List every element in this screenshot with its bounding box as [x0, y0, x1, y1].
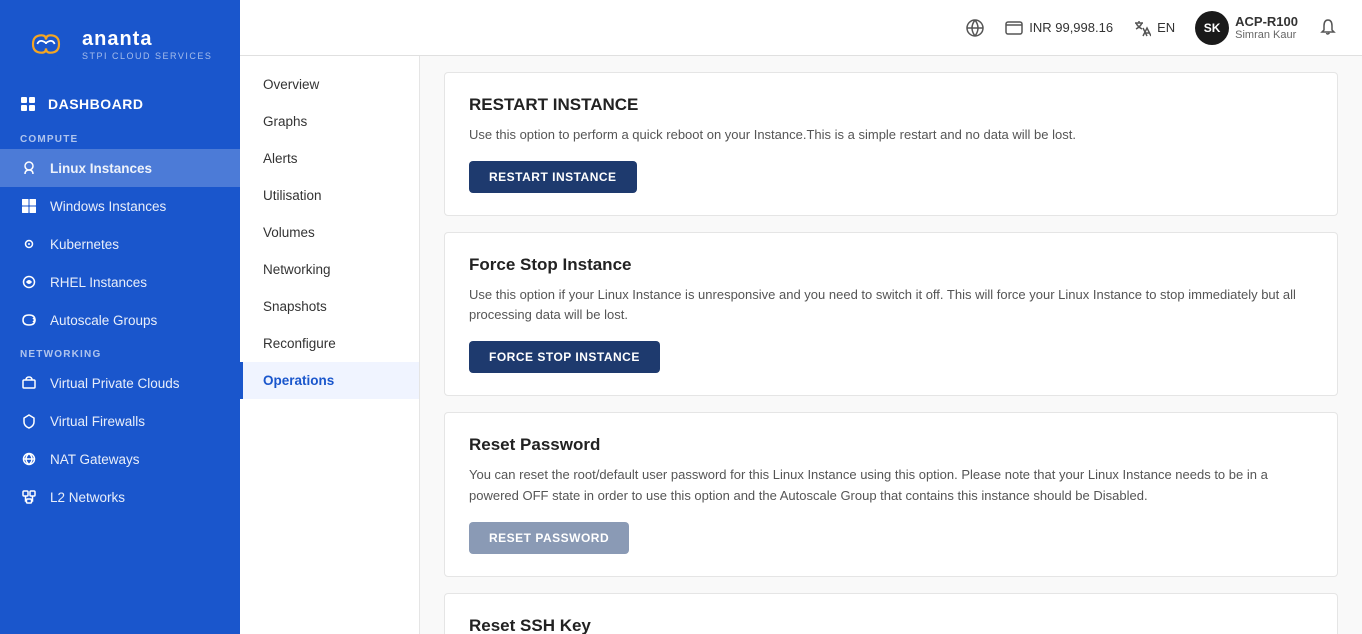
- topbar-language[interactable]: EN: [1133, 19, 1175, 37]
- force-stop-desc: Use this option if your Linux Instance i…: [469, 285, 1313, 325]
- brand-text: ananta STPI CLOUD SERVICES: [82, 28, 212, 61]
- topbar-bell[interactable]: [1318, 18, 1338, 38]
- dashboard-label: DASHBOARD: [48, 96, 144, 112]
- user-avatar: SK: [1195, 11, 1229, 45]
- compute-section-label: COMPUTE: [0, 124, 240, 149]
- globe-icon: [965, 18, 985, 38]
- brand-name: ananta: [82, 28, 212, 51]
- sidebar-item-l2-networks[interactable]: L2 Networks: [0, 478, 240, 516]
- brand-tagline: STPI CLOUD SERVICES: [82, 51, 212, 61]
- topbar-user[interactable]: SK ACP-R100 Simran Kaur: [1195, 11, 1298, 45]
- rhel-instances-label: RHEL Instances: [50, 275, 147, 290]
- windows-icon: [20, 197, 38, 215]
- reset-password-button[interactable]: RESET PASSWORD: [469, 522, 629, 554]
- content-area: Overview Graphs Alerts Utilisation Volum…: [240, 56, 1362, 634]
- subnav: Overview Graphs Alerts Utilisation Volum…: [240, 56, 420, 634]
- subnav-operations[interactable]: Operations: [240, 362, 419, 399]
- sidebar-item-windows-instances[interactable]: Windows Instances: [0, 187, 240, 225]
- force-stop-button[interactable]: FORCE STOP INSTANCE: [469, 341, 660, 373]
- networking-section-label: NETWORKING: [0, 339, 240, 364]
- sidebar-item-linux-instances[interactable]: Linux Instances: [0, 149, 240, 187]
- sidebar-item-virtual-firewalls[interactable]: Virtual Firewalls: [0, 402, 240, 440]
- sidebar-item-rhel-instances[interactable]: RHEL Instances: [0, 263, 240, 301]
- subnav-snapshots[interactable]: Snapshots: [240, 288, 419, 325]
- force-stop-card: Force Stop Instance Use this option if y…: [444, 232, 1338, 396]
- currency-amount: INR 99,998.16: [1029, 20, 1113, 35]
- restart-instance-card: RESTART INSTANCE Use this option to perf…: [444, 72, 1338, 216]
- restart-instance-button[interactable]: RESTART INSTANCE: [469, 161, 637, 193]
- kubernetes-icon: [20, 235, 38, 253]
- subnav-overview[interactable]: Overview: [240, 66, 419, 103]
- card-icon: [1005, 21, 1023, 35]
- nat-gateways-label: NAT Gateways: [50, 452, 140, 467]
- main-content: RESTART INSTANCE Use this option to perf…: [420, 56, 1362, 634]
- user-email: Simran Kaur: [1235, 29, 1298, 41]
- l2-icon: [20, 488, 38, 506]
- subnav-alerts[interactable]: Alerts: [240, 140, 419, 177]
- sidebar-item-nat-gateways[interactable]: NAT Gateways: [0, 440, 240, 478]
- ananta-logo: [20, 18, 72, 70]
- autoscale-groups-label: Autoscale Groups: [50, 313, 157, 328]
- autoscale-icon: [20, 311, 38, 329]
- restart-instance-desc: Use this option to perform a quick reboo…: [469, 125, 1313, 145]
- reset-ssh-key-card: Reset SSH Key You can associate or re-as…: [444, 593, 1338, 634]
- reset-password-title: Reset Password: [469, 435, 1313, 455]
- l2-networks-label: L2 Networks: [50, 490, 125, 505]
- subnav-networking[interactable]: Networking: [240, 251, 419, 288]
- user-info: ACP-R100 Simran Kaur: [1235, 14, 1298, 41]
- dashboard-icon: [20, 96, 36, 112]
- linux-icon: [20, 159, 38, 177]
- reset-password-card: Reset Password You can reset the root/de…: [444, 412, 1338, 576]
- vpc-label: Virtual Private Clouds: [50, 376, 180, 391]
- sidebar-item-kubernetes[interactable]: Kubernetes: [0, 225, 240, 263]
- rhel-icon: [20, 273, 38, 291]
- force-stop-title: Force Stop Instance: [469, 255, 1313, 275]
- sidebar-item-virtual-private-clouds[interactable]: Virtual Private Clouds: [0, 364, 240, 402]
- vpc-icon: [20, 374, 38, 392]
- topbar: INR 99,998.16 EN SK ACP-R100 Simran Kaur: [240, 0, 1362, 56]
- sidebar-item-autoscale-groups[interactable]: Autoscale Groups: [0, 301, 240, 339]
- sidebar: ananta STPI CLOUD SERVICES DASHBOARD COM…: [0, 0, 240, 634]
- kubernetes-label: Kubernetes: [50, 237, 119, 252]
- reset-password-desc: You can reset the root/default user pass…: [469, 465, 1313, 505]
- sidebar-item-dashboard[interactable]: DASHBOARD: [0, 84, 240, 124]
- subnav-utilisation[interactable]: Utilisation: [240, 177, 419, 214]
- linux-instances-label: Linux Instances: [50, 161, 152, 176]
- restart-instance-title: RESTART INSTANCE: [469, 95, 1313, 115]
- bell-icon: [1318, 18, 1338, 38]
- language-icon: [1133, 19, 1151, 37]
- topbar-currency[interactable]: INR 99,998.16: [1005, 20, 1113, 35]
- user-name: ACP-R100: [1235, 14, 1298, 29]
- subnav-reconfigure[interactable]: Reconfigure: [240, 325, 419, 362]
- nat-icon: [20, 450, 38, 468]
- firewall-icon: [20, 412, 38, 430]
- subnav-graphs[interactable]: Graphs: [240, 103, 419, 140]
- sidebar-logo: ananta STPI CLOUD SERVICES: [0, 0, 240, 84]
- reset-ssh-key-title: Reset SSH Key: [469, 616, 1313, 634]
- windows-instances-label: Windows Instances: [50, 199, 166, 214]
- language-label: EN: [1157, 20, 1175, 35]
- main-area: INR 99,998.16 EN SK ACP-R100 Simran Kaur: [240, 0, 1362, 634]
- virtual-firewalls-label: Virtual Firewalls: [50, 414, 145, 429]
- subnav-volumes[interactable]: Volumes: [240, 214, 419, 251]
- topbar-globe[interactable]: [965, 18, 985, 38]
